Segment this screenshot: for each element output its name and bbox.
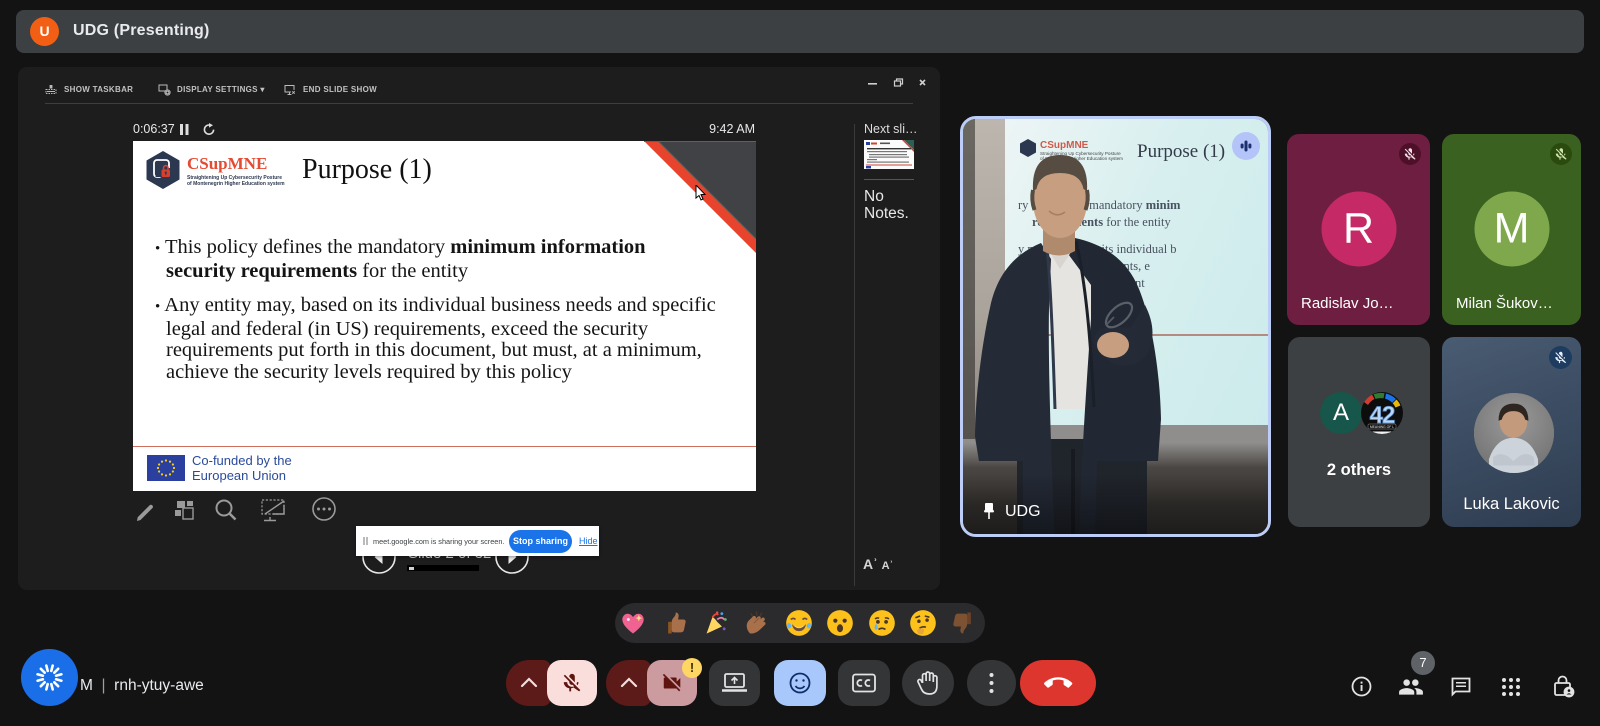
svg-text:MEANING OF L: MEANING OF L (1370, 425, 1394, 429)
